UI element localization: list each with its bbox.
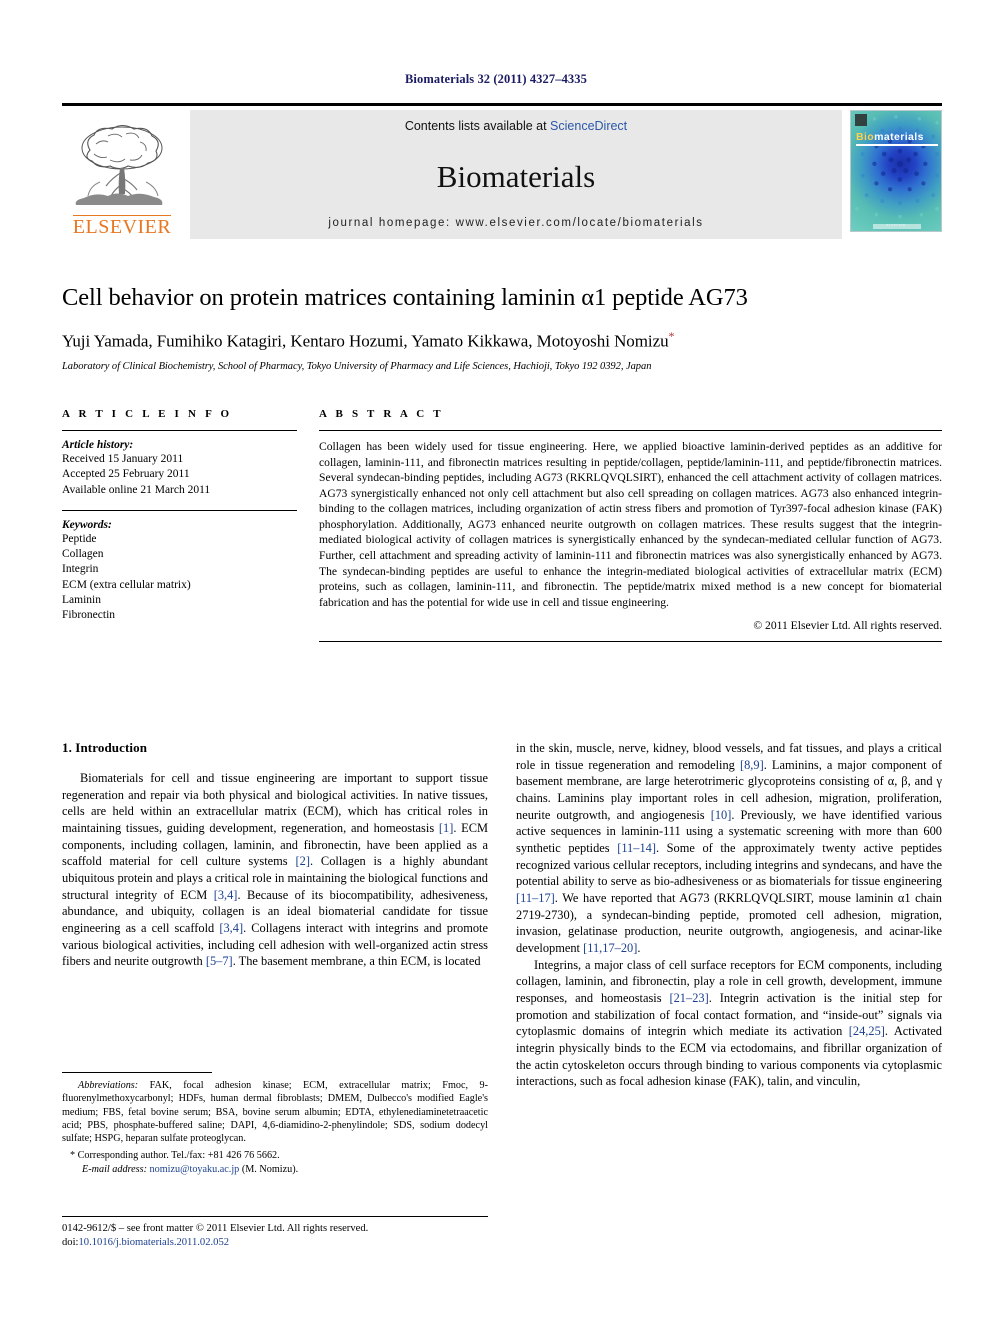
intro-text-a: Biomaterials for cell and tissue enginee… (62, 771, 488, 836)
article-history-accepted: Accepted 25 February 2011 (62, 468, 190, 481)
author-names: Yuji Yamada, Fumihiko Katagiri, Kentaro … (62, 331, 669, 351)
keyword-item: Collagen (62, 548, 104, 561)
page-footer: 0142-9612/$ – see front matter © 2011 El… (62, 1216, 488, 1250)
affiliation: Laboratory of Clinical Biochemistry, Sch… (62, 360, 652, 372)
contents-prefix: Contents lists available at (404, 119, 551, 133)
journal-band: Contents lists available at ScienceDirec… (190, 110, 842, 239)
footnote-block: Abbreviations: FAK, focal adhesion kinas… (62, 1072, 488, 1176)
cover-title-bio: Bio (856, 131, 875, 143)
journal-name: Biomaterials (436, 158, 596, 194)
abbreviations-note: Abbreviations: FAK, focal adhesion kinas… (62, 1079, 488, 1145)
intro-text-f: . The basement membrane, a thin ECM, is … (232, 954, 481, 969)
sciencedirect-link[interactable]: ScienceDirect (550, 119, 627, 133)
elsevier-logo: ELSEVIER (62, 110, 182, 239)
cover-publisher-icon (855, 114, 867, 126)
article-info-column: A R T I C L E I N F O Article history: R… (62, 408, 297, 642)
title-block: Cell behavior on protein matrices contai… (62, 284, 942, 372)
section-heading-introduction: 1. Introduction (62, 740, 148, 755)
keywords-label: Keywords: (62, 518, 112, 531)
abbreviations-label: Abbreviations: (78, 1080, 139, 1091)
abstract-rule (319, 430, 942, 431)
contents-available-line: Contents lists available at ScienceDirec… (405, 119, 627, 133)
keyword-item: Integrin (62, 563, 99, 576)
doi-link[interactable]: 10.1016/j.biomaterials.2011.02.052 (78, 1237, 229, 1248)
citation-ref[interactable]: [2] (296, 854, 310, 868)
journal-cover-thumbnail: Biomaterials ELSEVIER (850, 110, 942, 232)
issn-copyright-line: 0142-9612/$ – see front matter © 2011 El… (62, 1223, 369, 1234)
article-history-online: Available online 21 March 2011 (62, 483, 211, 496)
journal-masthead: ELSEVIER Contents lists available at Sci… (62, 103, 942, 239)
corresponding-author-note: * Corresponding author. Tel./fax: +81 42… (70, 1150, 280, 1162)
cover-title-materials: materials (874, 131, 924, 143)
elsevier-tree-icon (75, 124, 163, 205)
author-list: Yuji Yamada, Fumihiko Katagiri, Kentaro … (62, 329, 942, 352)
citation-ref[interactable]: [11,17–20] (583, 941, 637, 955)
keywords-rule (62, 509, 297, 511)
article-history-received: Received 15 January 2011 (62, 453, 184, 465)
abstract-heading: A B S T R A C T (319, 408, 444, 420)
keyword-item: Laminin (62, 593, 101, 606)
cover-title-rule (856, 144, 938, 146)
intro-paragraph-left: Biomaterials for cell and tissue enginee… (62, 770, 488, 970)
article-info-heading: A R T I C L E I N F O (62, 408, 233, 420)
citation-ref[interactable]: [5–7] (206, 954, 233, 968)
email-suffix: (M. Nomizu). (239, 1163, 299, 1175)
paper-page: Biomaterials 32 (2011) 4327–4335 ELSEVIE… (0, 0, 992, 1323)
article-info-rule (62, 430, 297, 431)
citation-ref[interactable]: [8,9] (740, 758, 764, 772)
body-column-left: 1. Introduction Biomaterials for cell an… (62, 740, 488, 1090)
intro-paragraph-right-1: in the skin, muscle, nerve, kidney, bloo… (516, 740, 942, 957)
cover-dot-pattern-icon (855, 115, 940, 219)
doi-line: doi:10.1016/j.biomaterials.2011.02.052 (62, 1236, 488, 1250)
email-link[interactable]: nomizu@toyaku.ac.jp (150, 1164, 240, 1175)
citation-ref[interactable]: [3,4] (219, 921, 243, 935)
journal-homepage-line[interactable]: journal homepage: www.elsevier.com/locat… (328, 217, 703, 229)
doi-label: doi: (62, 1236, 79, 1248)
citation-ref[interactable]: [11–17] (516, 891, 555, 905)
page-title: Cell behavior on protein matrices contai… (62, 284, 748, 311)
abstract-copyright: © 2011 Elsevier Ltd. All rights reserved… (753, 619, 942, 633)
intro-paragraph-right-2: Integrins, a major class of cell surface… (516, 957, 942, 1090)
info-abstract-row: A R T I C L E I N F O Article history: R… (62, 408, 942, 643)
email-note: E-mail address: nomizu@toyaku.ac.jp (M. … (62, 1163, 488, 1176)
citation-ref[interactable]: [1] (439, 821, 453, 835)
citation-ref[interactable]: [24,25] (849, 1024, 885, 1038)
citation-ref[interactable]: [3,4] (214, 888, 238, 902)
abstract-bottom-rule (319, 641, 942, 643)
keyword-item: Peptide (62, 532, 97, 545)
running-head: Biomaterials 32 (2011) 4327–4335 (404, 72, 587, 86)
body-column-right: in the skin, muscle, nerve, kidney, bloo… (516, 740, 942, 1090)
cover-footer-text: ELSEVIER (886, 223, 906, 227)
intro-r-text-e: . We have reported that AG73 (RKRLQVQLSI… (516, 891, 942, 956)
footnote-rule (62, 1072, 212, 1073)
abstract-body: Collagen has been widely used for tissue… (319, 440, 942, 609)
article-history-label: Article history: (62, 439, 134, 451)
page-footer-rule (62, 1216, 488, 1217)
corresponding-author-marker: * (668, 328, 675, 343)
intro-r-text-f: . (637, 941, 641, 956)
keyword-item: Fibronectin (62, 609, 116, 622)
keyword-item: ECM (extra cellular matrix) (62, 578, 191, 591)
body-columns: 1. Introduction Biomaterials for cell an… (62, 740, 942, 1090)
citation-ref[interactable]: [11–14] (617, 841, 656, 855)
citation-ref[interactable]: [21–23] (669, 991, 708, 1005)
cover-title: Biomaterials (856, 131, 924, 143)
citation-ref[interactable]: [10] (711, 808, 732, 822)
abstract-column: A B S T R A C T Collagen has been widely… (319, 408, 942, 643)
elsevier-wordmark: ELSEVIER (72, 215, 172, 238)
email-label: E-mail address: (82, 1163, 147, 1175)
